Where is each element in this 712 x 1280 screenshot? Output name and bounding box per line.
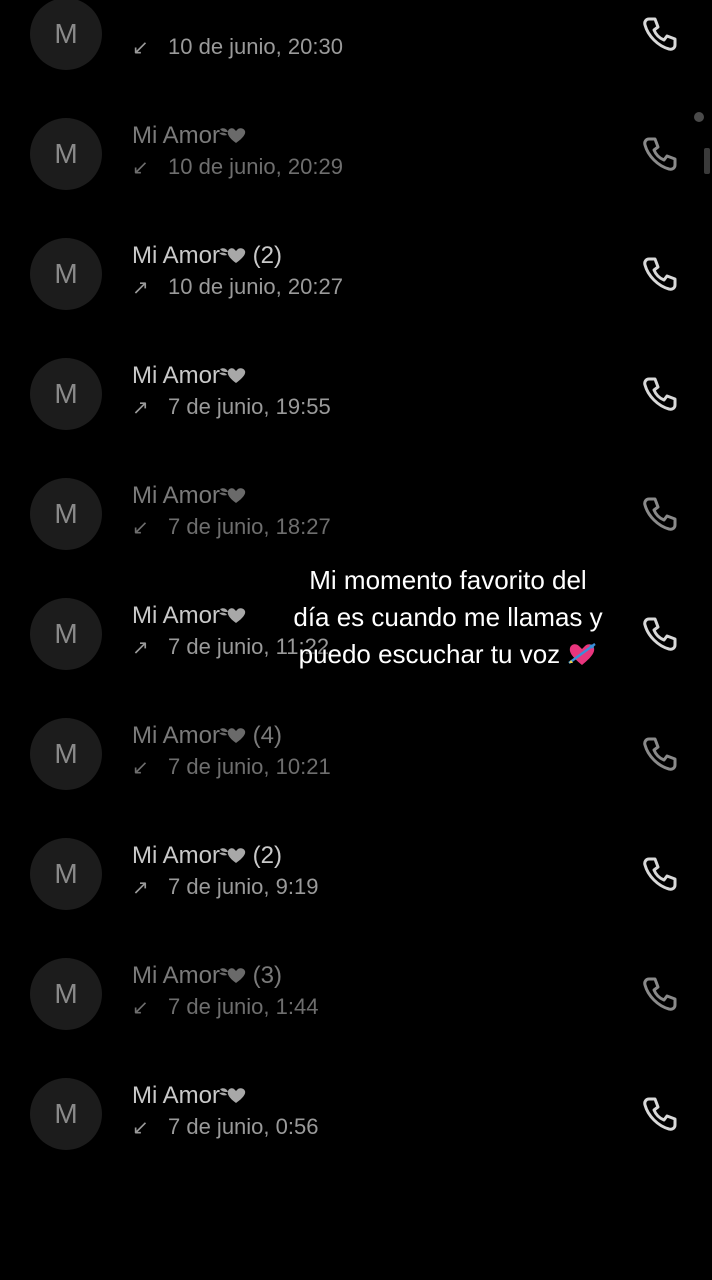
contact-avatar[interactable]: M [30, 0, 102, 70]
call-time: 7 de junio, 9:19 [168, 874, 319, 899]
arrow-down-left-icon: ↙ [132, 157, 149, 179]
contact-name-text: Mi Amor [132, 1082, 221, 1109]
contact-name: Mi Amor [132, 1082, 246, 1110]
call-log-row[interactable]: M Mi Amor ↙ 7 de junio, 0:56 [0, 1044, 712, 1164]
arrow-down-left-icon: ↙ [132, 1117, 149, 1139]
call-log-row[interactable]: M Mi Amor (2) ↗ 7 de junio, 9:19 [0, 804, 712, 924]
arrow-up-right-icon: ↗ [132, 277, 149, 299]
contact-name: Mi Amor [132, 122, 246, 150]
winged-heart-icon [219, 248, 246, 263]
heart-with-arrow-icon [568, 643, 597, 665]
call-meta: ↙ 10 de junio, 20:29 [132, 154, 343, 180]
contact-name: Mi Amor [132, 482, 246, 510]
arrow-up-right-icon: ↗ [132, 397, 149, 419]
call-meta: ↙ 7 de junio, 0:56 [132, 1114, 318, 1140]
call-time: 7 de junio, 0:56 [168, 1114, 319, 1139]
call-log-row[interactable]: M ↙ 10 de junio, 20:30 [0, 0, 712, 84]
arrow-down-left-icon: ↙ [132, 997, 149, 1019]
call-meta: ↗ 7 de junio, 19:55 [132, 394, 331, 420]
phone-icon [643, 1097, 677, 1131]
contact-avatar[interactable]: M [30, 838, 102, 910]
call-time: 10 de junio, 20:27 [168, 274, 343, 299]
call-count: (2) [246, 242, 283, 269]
contact-avatar[interactable]: M [30, 718, 102, 790]
contact-name: Mi Amor [132, 602, 246, 630]
arrow-down-left-icon: ↙ [132, 517, 149, 539]
contact-name-text: Mi Amor [132, 962, 221, 989]
phone-icon [643, 17, 677, 51]
call-count: (4) [246, 722, 283, 749]
contact-avatar[interactable]: M [30, 118, 102, 190]
call-log-row[interactable]: M Mi Amor ↗ 7 de junio, 19:55 [0, 324, 712, 444]
call-meta: ↙ 7 de junio, 10:21 [132, 754, 331, 780]
call-log-row[interactable]: M Mi Amor ↙ 10 de junio, 20:29 [0, 84, 712, 204]
call-log-row[interactable]: M Mi Amor (3) ↙ 7 de junio, 1:44 [0, 924, 712, 1044]
call-time: 7 de junio, 1:44 [168, 994, 319, 1019]
call-time: 7 de junio, 18:27 [168, 514, 331, 539]
contact-name: Mi Amor (4) [132, 722, 282, 750]
winged-heart-icon [219, 488, 246, 503]
call-meta: ↙ 7 de junio, 1:44 [132, 994, 318, 1020]
arrow-up-right-icon: ↗ [132, 877, 149, 899]
call-meta: ↙ 10 de junio, 20:30 [132, 34, 343, 60]
phone-icon [643, 617, 677, 651]
contact-name: Mi Amor (2) [132, 842, 282, 870]
call-log-row[interactable]: M Mi Amor (2) ↗ 10 de junio, 20:27 [0, 204, 712, 324]
winged-heart-icon [219, 368, 246, 383]
phone-icon [643, 257, 677, 291]
arrow-up-right-icon: ↗ [132, 637, 149, 659]
call-meta: ↙ 7 de junio, 18:27 [132, 514, 331, 540]
contact-name-text: Mi Amor [132, 722, 221, 749]
winged-heart-icon [219, 608, 246, 623]
winged-heart-icon [219, 968, 246, 983]
contact-avatar[interactable]: M [30, 238, 102, 310]
caption-line-1: Mi momento favorito del [309, 565, 587, 595]
contact-name-text: Mi Amor [132, 602, 221, 629]
arrow-down-left-icon: ↙ [132, 37, 149, 59]
caption-line-3-text: puedo escuchar tu voz [298, 639, 561, 669]
contact-avatar[interactable]: M [30, 358, 102, 430]
call-time: 10 de junio, 20:30 [168, 34, 343, 59]
contact-name-text: Mi Amor [132, 242, 221, 269]
contact-avatar[interactable]: M [30, 478, 102, 550]
contact-name-text: Mi Amor [132, 122, 221, 149]
overlay-caption: Mi momento favorito del día es cuando me… [276, 562, 620, 673]
call-log-row[interactable]: M Mi Amor (4) ↙ 7 de junio, 10:21 [0, 684, 712, 804]
contact-name-text: Mi Amor [132, 842, 221, 869]
call-time: 7 de junio, 19:55 [168, 394, 331, 419]
caption-line-2: día es cuando me llamas y [293, 602, 603, 632]
phone-icon [643, 857, 677, 891]
winged-heart-icon [219, 848, 246, 863]
phone-icon [643, 137, 677, 171]
phone-icon [643, 737, 677, 771]
call-count: (3) [246, 962, 283, 989]
call-count: (2) [246, 842, 283, 869]
call-time: 10 de junio, 20:29 [168, 154, 343, 179]
contact-avatar[interactable]: M [30, 958, 102, 1030]
phone-icon [643, 977, 677, 1011]
contact-name: Mi Amor [132, 362, 246, 390]
contact-name: Mi Amor (3) [132, 962, 282, 990]
contact-avatar[interactable]: M [30, 1078, 102, 1150]
contact-name: Mi Amor (2) [132, 242, 282, 270]
caption-line-3: puedo escuchar tu voz [276, 636, 620, 673]
phone-icon [643, 497, 677, 531]
winged-heart-icon [219, 1088, 246, 1103]
call-time: 7 de junio, 10:21 [168, 754, 331, 779]
arrow-down-left-icon: ↙ [132, 757, 149, 779]
call-meta: ↗ 10 de junio, 20:27 [132, 274, 343, 300]
contact-name-text: Mi Amor [132, 362, 221, 389]
call-meta: ↗ 7 de junio, 9:19 [132, 874, 318, 900]
contact-name-text: Mi Amor [132, 482, 221, 509]
winged-heart-icon [219, 128, 246, 143]
contact-avatar[interactable]: M [30, 598, 102, 670]
phone-icon [643, 377, 677, 411]
winged-heart-icon [219, 728, 246, 743]
call-log-row[interactable]: M Mi Amor ↙ 7 de junio, 18:27 [0, 444, 712, 564]
